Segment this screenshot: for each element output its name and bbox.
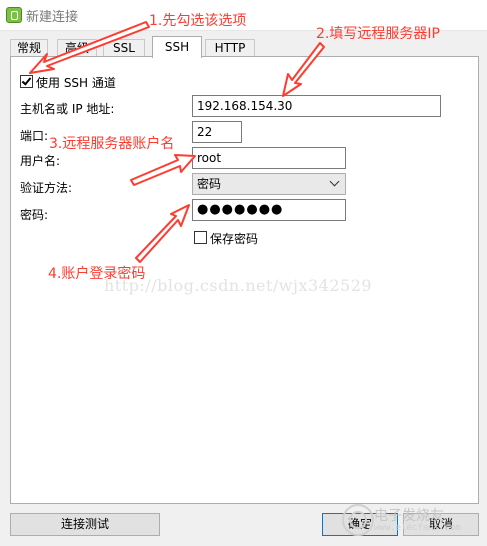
chevron-down-icon: [329, 176, 340, 187]
app-icon: [6, 7, 22, 23]
annotation-step3: 3.远程服务器账户名: [49, 136, 175, 152]
annotation-step4: 4.账户登录密码: [48, 266, 146, 282]
username-label: 用户名:: [20, 154, 61, 168]
port-label: 端口:: [20, 129, 49, 143]
test-connection-button[interactable]: 连接测试: [10, 513, 160, 536]
tab-general[interactable]: 常规: [10, 39, 48, 57]
password-input[interactable]: ●●●●●●●: [192, 199, 346, 221]
tab-advanced[interactable]: 高级: [57, 39, 97, 57]
tab-ssh[interactable]: SSH: [152, 36, 202, 58]
host-input[interactable]: 192.168.154.30: [192, 95, 441, 117]
username-input[interactable]: root: [192, 147, 346, 169]
host-label: 主机名或 IP 地址:: [20, 102, 115, 116]
corner-logo-text: 电子发烧友: [374, 508, 444, 524]
annotation-step1: 1.先勾选该选项: [149, 13, 247, 29]
password-label: 密码:: [20, 208, 49, 222]
auth-method-select[interactable]: 密码: [192, 173, 346, 195]
tab-http[interactable]: HTTP: [205, 39, 255, 57]
use-ssh-label: 使用 SSH 通道: [36, 76, 116, 90]
port-input[interactable]: 22: [192, 121, 242, 143]
use-ssh-checkbox[interactable]: [20, 75, 33, 88]
window-title: 新建连接: [26, 10, 79, 25]
corner-logo-url: www.elecfans.com: [374, 523, 461, 533]
auth-method-value: 密码: [197, 177, 222, 191]
save-password-label: 保存密码: [210, 232, 259, 246]
tab-ssl[interactable]: SSL: [103, 39, 145, 57]
save-password-checkbox[interactable]: [194, 231, 207, 244]
annotation-step2: 2.填写远程服务器IP: [316, 26, 440, 42]
auth-method-label: 验证方法:: [20, 181, 73, 195]
